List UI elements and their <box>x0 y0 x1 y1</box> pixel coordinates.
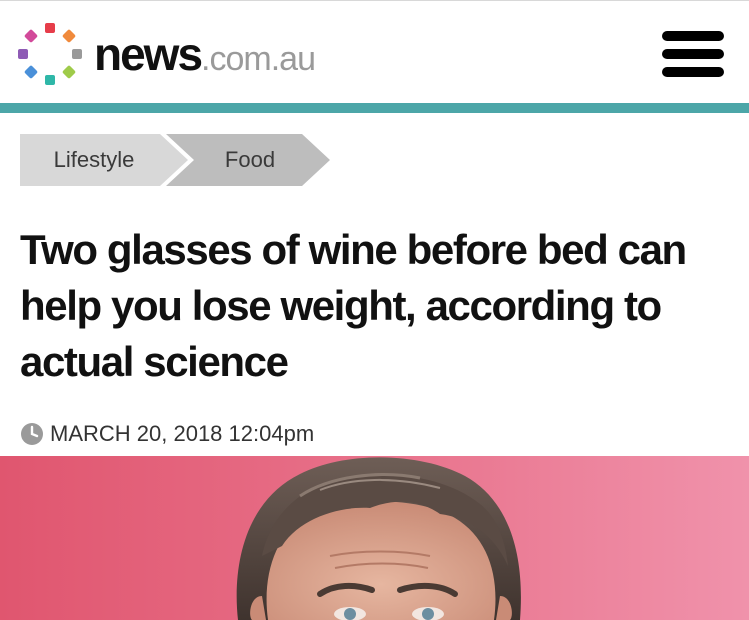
breadcrumb: Lifestyle Food <box>20 134 350 186</box>
article-date: MARCH 20, 2018 12:04pm <box>50 421 315 446</box>
article-dateline: MARCH 20, 2018 12:04pm <box>20 418 314 450</box>
header-accent-bar <box>0 103 749 113</box>
menu-bar-middle <box>662 49 724 59</box>
site-logo[interactable]: news .com.au <box>14 19 344 89</box>
breadcrumb-item-lifestyle[interactable]: Lifestyle <box>20 134 168 186</box>
logo-dots-icon <box>14 19 84 89</box>
logo-domain-text: .com.au <box>201 40 316 78</box>
article-page: news .com.au Lifestyle Food Two glasses … <box>0 0 749 620</box>
photo-of-man-portrait <box>0 456 749 620</box>
logo-news-text: news <box>94 28 203 80</box>
hamburger-menu-icon[interactable] <box>662 31 724 77</box>
clock-icon <box>21 423 43 445</box>
article-hero-image[interactable] <box>0 456 749 620</box>
logo-wordmark: news .com.au <box>94 28 316 80</box>
menu-bar-top <box>662 31 724 41</box>
site-header: news .com.au <box>0 0 749 103</box>
menu-bar-bottom <box>662 67 724 77</box>
breadcrumb-item-food[interactable]: Food <box>190 134 310 186</box>
article-headline: Two glasses of wine before bed can help … <box>20 226 687 385</box>
